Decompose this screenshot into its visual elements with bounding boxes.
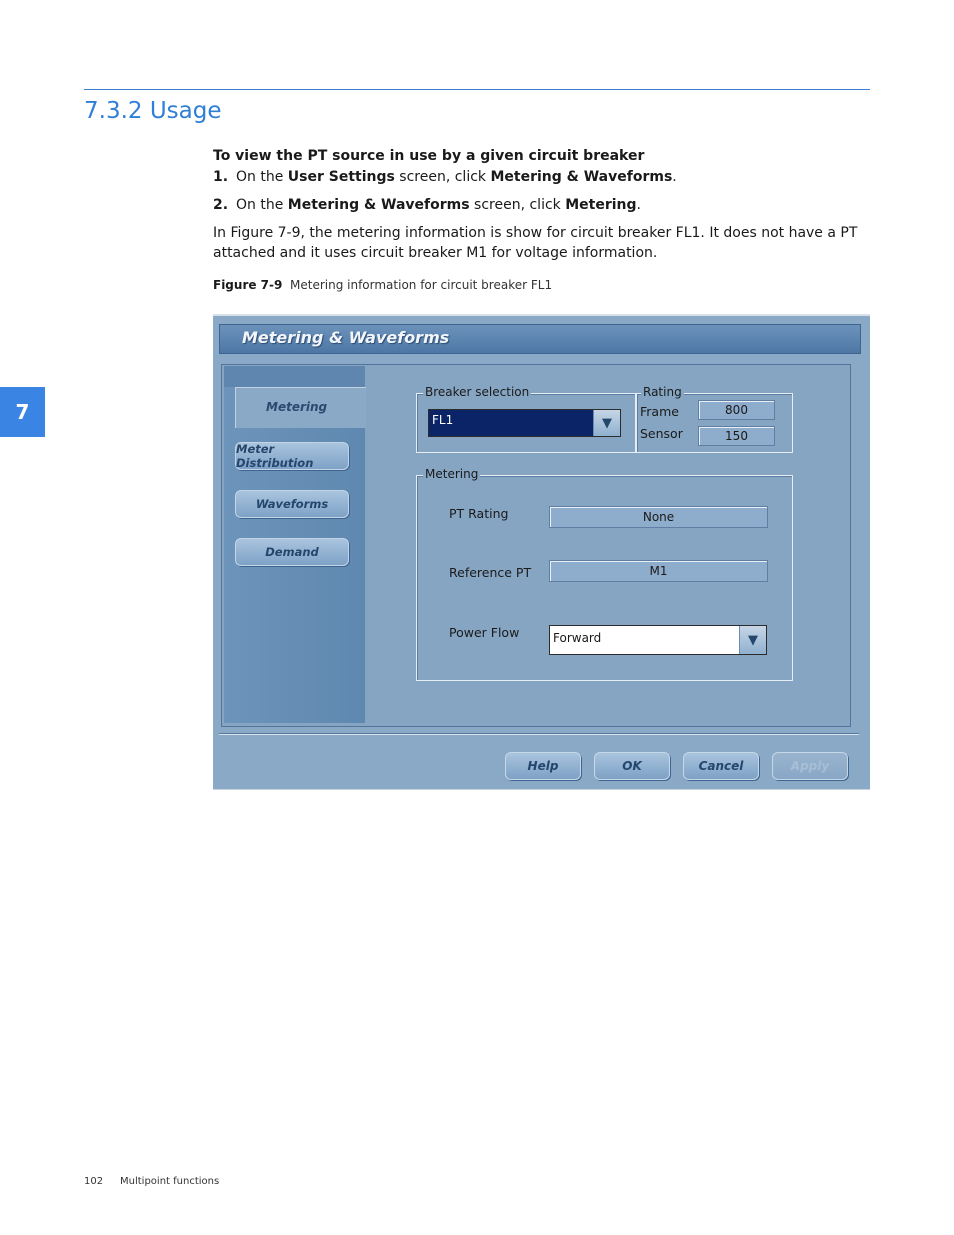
breaker-select-value: FL1: [432, 413, 454, 427]
ok-button[interactable]: OK: [594, 752, 670, 780]
step-text: .: [636, 197, 641, 213]
reference-pt-value: M1: [549, 560, 768, 582]
step-bold: Metering: [565, 197, 637, 213]
figure-label: Figure 7-9: [213, 278, 283, 292]
figure-caption: Figure 7-9 Metering information for circ…: [213, 278, 552, 292]
reference-pt-label: Reference PT: [449, 565, 532, 580]
step-text: .: [672, 169, 677, 185]
tab-metering[interactable]: Metering: [235, 387, 366, 428]
step-bold: Metering & Waveforms: [287, 197, 470, 213]
breaker-selection-legend: Breaker selection: [423, 385, 532, 399]
power-flow-select[interactable]: Forward ▼: [549, 625, 767, 655]
footer-title: Multipoint functions: [120, 1176, 220, 1187]
top-rule: [84, 89, 870, 90]
chapter-tab: 7: [0, 387, 45, 437]
meter-distribution-button[interactable]: Meter Distribution: [235, 442, 349, 470]
window-title-bar: Metering & Waveforms: [219, 324, 861, 354]
waveforms-button[interactable]: Waveforms: [235, 490, 349, 518]
step-bold: Metering & Waveforms: [490, 169, 673, 185]
pt-rating-label: PT Rating: [449, 506, 509, 521]
step-number: 1.: [213, 169, 229, 185]
sidebar-header: [224, 366, 365, 387]
frame-label: Frame: [640, 404, 679, 419]
rating-legend: Rating: [641, 385, 684, 399]
breaker-select[interactable]: FL1 ▼: [428, 409, 621, 437]
footer-page-number: 102: [84, 1176, 104, 1187]
step-number: 2.: [213, 197, 229, 213]
pt-rating-value: None: [549, 506, 768, 528]
procedure-heading: To view the PT source in use by a given …: [213, 148, 645, 164]
metering-window-screenshot: Metering & Waveforms Metering Meter Dist…: [213, 314, 870, 790]
step-2: 2. On the Metering & Waveforms screen, cl…: [213, 195, 641, 215]
body-paragraph: In Figure 7-9, the metering information …: [213, 225, 858, 261]
step-text: On the: [236, 169, 288, 185]
frame-value: 800: [698, 400, 775, 420]
chevron-down-icon[interactable]: ▼: [593, 410, 620, 436]
step-text: screen, click: [394, 169, 491, 185]
tab-metering-label: Metering: [266, 400, 328, 414]
apply-button[interactable]: Apply: [772, 752, 848, 780]
step-bold: User Settings: [287, 169, 395, 185]
button-bar-divider: [219, 734, 859, 735]
metering-legend: Metering: [423, 467, 481, 481]
power-flow-value: Forward: [553, 631, 602, 645]
chevron-down-icon[interactable]: ▼: [739, 626, 766, 654]
step-1: 1. On the User Settings screen, click Met…: [213, 167, 677, 187]
demand-button[interactable]: Demand: [235, 538, 349, 566]
sensor-value: 150: [698, 426, 775, 446]
cancel-button[interactable]: Cancel: [683, 752, 759, 780]
power-flow-label: Power Flow: [449, 625, 520, 640]
step-text: On the: [236, 197, 288, 213]
step-text: screen, click: [469, 197, 566, 213]
figure-caption-text: Metering information for circuit breaker…: [290, 278, 553, 292]
window-title: Metering & Waveforms: [242, 328, 450, 347]
sensor-label: Sensor: [640, 426, 683, 441]
section-title: 7.3.2 Usage: [84, 98, 222, 124]
help-button[interactable]: Help: [505, 752, 581, 780]
